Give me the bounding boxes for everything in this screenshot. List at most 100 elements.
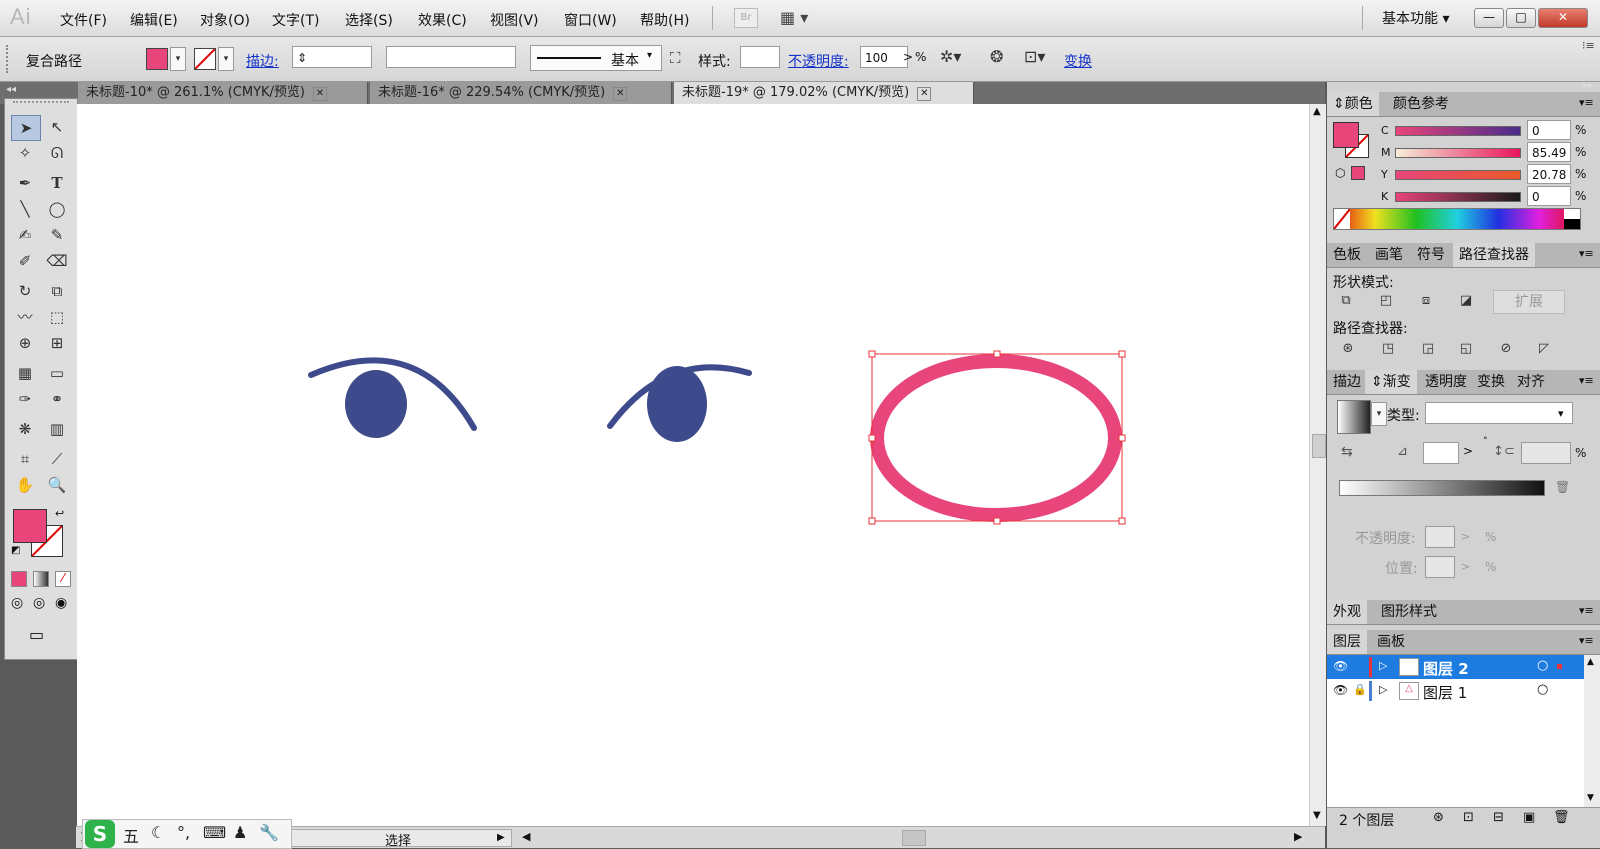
horizontal-scroll-thumb[interactable] [902, 830, 926, 846]
layer-name[interactable]: 图层 1 [1423, 682, 1467, 703]
collapse-toolbox-icon[interactable]: ◂◂ [6, 84, 16, 95]
tab-swatches[interactable]: 色板 [1327, 243, 1367, 267]
stop-opacity-arrow-icon[interactable]: > [1461, 530, 1470, 543]
right-pupil[interactable] [647, 366, 707, 442]
punctuation-icon[interactable]: °, [177, 823, 190, 842]
line-tool-icon[interactable]: ╲ [11, 197, 39, 221]
expand-triangle-icon[interactable]: ▷ [1379, 683, 1387, 696]
bbox-handle[interactable] [993, 517, 1001, 525]
stroke-dropdown[interactable]: ▾ [218, 47, 234, 71]
channel-m-input[interactable]: 85.49 [1527, 142, 1571, 162]
layer-row[interactable]: 👁 ▷ 图层 2 ○ [1327, 655, 1584, 679]
opacity-input[interactable]: 100 [860, 46, 908, 68]
user-icon[interactable]: ♟ [233, 823, 247, 842]
tab-transparency[interactable]: 透明度 [1419, 370, 1473, 394]
perspective-grid-tool-icon[interactable]: ⊞ [43, 331, 71, 355]
stop-position-arrow-icon[interactable]: > [1461, 560, 1470, 573]
menu-help[interactable]: 帮助(H) [640, 10, 689, 30]
unite-icon[interactable]: ⧉ [1337, 292, 1355, 310]
tab-close-icon[interactable]: ✕ [312, 87, 327, 101]
gradient-preset-dropdown[interactable]: ▾ [1371, 402, 1387, 426]
selection-indicator[interactable] [1557, 664, 1562, 669]
pen-tool-icon[interactable]: ✒ [11, 171, 39, 195]
type-tool-icon[interactable]: T [43, 171, 71, 195]
expand-triangle-icon[interactable]: ▷ [1379, 659, 1387, 672]
stroke-weight-input[interactable]: ⇕ [292, 46, 372, 68]
spectrum-black-box[interactable] [1564, 219, 1580, 229]
tab-close-icon[interactable]: ✕ [917, 87, 932, 101]
warp-tool-icon[interactable]: 〰 [11, 305, 39, 329]
lasso-tool-icon[interactable]: ᘏ [43, 141, 71, 165]
tab-color[interactable]: ⇕颜色 [1327, 92, 1379, 116]
vertical-scrollbar[interactable]: ▲ ▼ [1309, 104, 1326, 826]
artboard-canvas[interactable] [77, 104, 1309, 826]
minus-front-icon[interactable]: ◰ [1377, 292, 1395, 310]
reverse-gradient-icon[interactable]: ⇆ [1341, 444, 1353, 460]
bbox-handle[interactable] [868, 517, 876, 525]
recolor-artwork-icon[interactable]: ✲▾ [940, 47, 961, 66]
tab-document-16[interactable]: 未标题-16* @ 229.54% (CMYK/预览) ✕ [370, 82, 672, 104]
scale-tool-icon[interactable]: ⧉ [43, 279, 71, 303]
blend-tool-icon[interactable]: ⚭ [43, 387, 71, 411]
eye-icon[interactable]: 👁 [1333, 683, 1348, 697]
opacity-link[interactable]: 不透明度: [788, 51, 849, 71]
channel-y-slider[interactable] [1395, 170, 1521, 180]
stroke-none-swatch[interactable] [194, 48, 216, 70]
free-transform-tool-icon[interactable]: ⬚ [43, 305, 71, 329]
eye-icon[interactable]: 👁 [1333, 659, 1348, 673]
expand-panels-icon[interactable]: ▸▸ [1583, 80, 1593, 91]
align-options-icon[interactable]: ⊡▾ [1024, 47, 1045, 66]
eyedropper-tool-icon[interactable]: ✑ [11, 387, 39, 411]
new-sublayer-icon[interactable]: ⊟ [1493, 810, 1504, 825]
minus-back-icon[interactable]: ◸ [1535, 340, 1553, 358]
bbox-handle[interactable] [868, 434, 876, 442]
selection-tool-icon[interactable]: ➤ [11, 115, 41, 141]
left-pupil[interactable] [345, 370, 407, 438]
wrench-icon[interactable]: 🔧 [259, 823, 279, 842]
rotate-tool-icon[interactable]: ↻ [11, 279, 39, 303]
ime-mode[interactable]: 五 [123, 823, 139, 847]
close-button[interactable]: ✕ [1538, 8, 1588, 28]
draw-inside-icon[interactable]: ◉ [55, 595, 67, 611]
fill-dropdown[interactable]: ▾ [170, 47, 186, 71]
locate-object-icon[interactable]: ⊛ [1433, 810, 1444, 825]
default-fill-stroke-icon[interactable]: ◩ [11, 545, 20, 556]
channel-y-input[interactable]: 20.78 [1527, 164, 1571, 184]
divide-icon[interactable]: ⊛ [1339, 340, 1357, 358]
layer-row[interactable]: 👁 🔒 ▷ △ 图层 1 ○ [1327, 679, 1584, 703]
channel-k-slider[interactable] [1395, 192, 1521, 202]
channel-k-input[interactable]: 0 [1527, 186, 1571, 206]
panel-menu-icon[interactable]: ▾≡ [1579, 604, 1594, 617]
layers-scrollbar[interactable]: ▲ ▼ [1584, 655, 1600, 807]
tab-layers[interactable]: 图层 [1327, 630, 1367, 654]
intersect-icon[interactable]: ⧈ [1417, 292, 1435, 310]
transform-link[interactable]: 变换 [1064, 51, 1092, 71]
bbox-handle[interactable] [993, 350, 1001, 358]
zoom-tool-icon[interactable]: 🔍 [43, 473, 71, 497]
tab-color-guide[interactable]: 颜色参考 [1387, 92, 1455, 116]
new-layer-icon[interactable]: ▣ [1523, 810, 1535, 825]
bbox-handle[interactable] [1118, 350, 1126, 358]
crop-icon[interactable]: ◱ [1457, 340, 1475, 358]
outline-icon[interactable]: ⊘ [1497, 340, 1515, 358]
none-mode-icon[interactable]: ⁄ [55, 571, 71, 587]
make-clipping-mask-icon[interactable]: ⊡ [1463, 810, 1474, 825]
brush-definition-select[interactable]: 基本 ▾ [530, 45, 662, 71]
stop-position-input[interactable] [1425, 556, 1455, 578]
menu-file[interactable]: 文件(F) [60, 10, 107, 30]
gradient-slider[interactable] [1339, 480, 1545, 496]
tab-document-19-active[interactable]: 未标题-19* @ 179.02% (CMYK/预览) ✕ [674, 82, 974, 104]
keyboard-icon[interactable]: ⌨ [203, 823, 226, 842]
menu-edit[interactable]: 编辑(E) [130, 10, 178, 30]
swap-fill-stroke-icon[interactable]: ↩ [55, 507, 64, 520]
fill-color-box[interactable] [13, 509, 47, 543]
bbox-handle[interactable] [1118, 517, 1126, 525]
isolate-group-icon[interactable]: ❂ [990, 47, 1003, 66]
expand-button[interactable]: 扩展 [1493, 290, 1565, 314]
menu-select[interactable]: 选择(S) [345, 10, 393, 30]
menu-object[interactable]: 对象(O) [200, 10, 250, 30]
panel-menu-icon[interactable]: ▾≡ [1579, 374, 1594, 387]
stroke-link[interactable]: 描边: [246, 51, 279, 71]
channel-c-slider[interactable] [1395, 126, 1521, 136]
gradient-angle-input[interactable] [1423, 442, 1459, 464]
